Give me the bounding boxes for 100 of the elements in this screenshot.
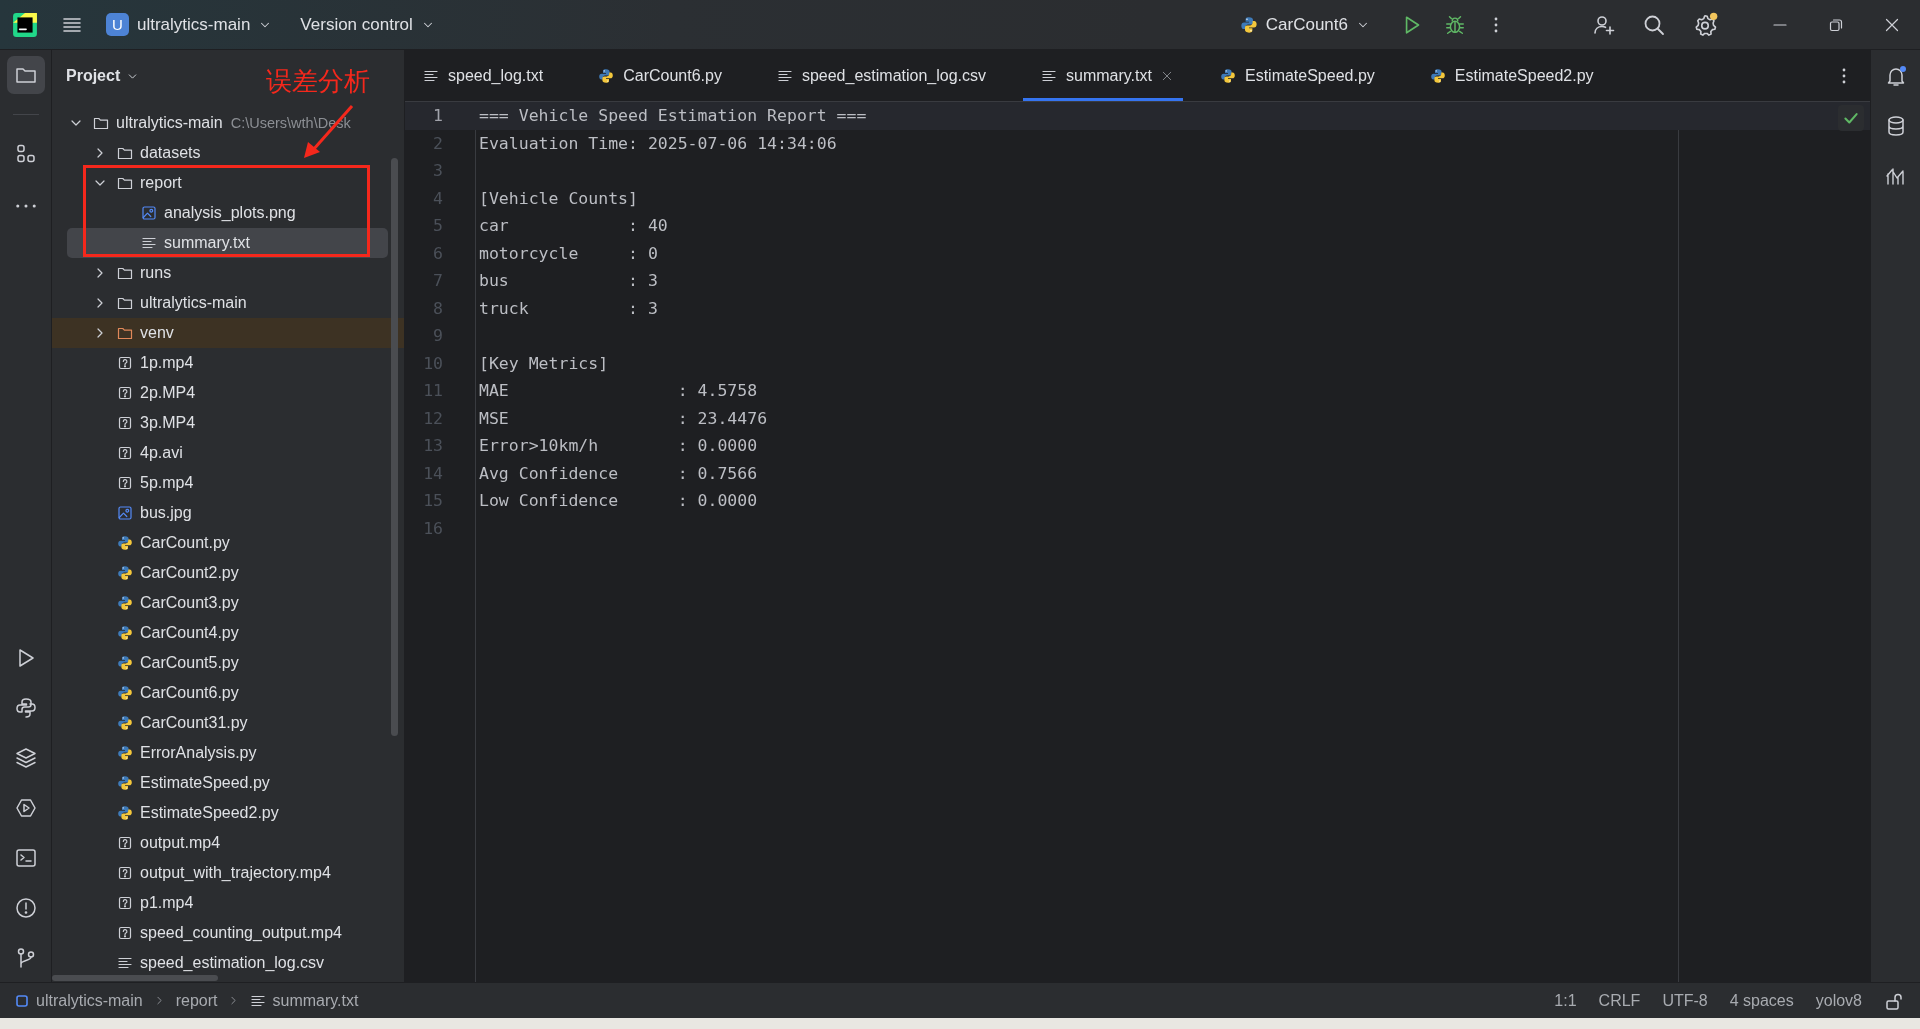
code-line: [Vehicle Counts] — [478, 188, 638, 208]
editor-tab[interactable]: EstimateSpeed.py — [1201, 50, 1393, 101]
breadcrumb[interactable]: summary.txt — [250, 991, 359, 1010]
status-item[interactable]: UTF-8 — [1662, 991, 1708, 1010]
status-item[interactable]: yolov8 — [1815, 991, 1862, 1010]
tree-item[interactable]: CarCount5.py — [52, 648, 404, 678]
python-file-icon — [117, 775, 133, 791]
breadcrumb[interactable]: report — [175, 991, 218, 1010]
python-file-icon — [1219, 67, 1236, 84]
run-configuration[interactable]: CarCount6 — [1231, 8, 1378, 41]
workspace-menu[interactable]: U ultralytics-main — [98, 7, 281, 42]
restore-icon[interactable] — [1828, 16, 1844, 33]
tree-item[interactable]: p1.mp4 — [52, 888, 404, 918]
code-line: truck : 3 — [478, 298, 658, 318]
unknown-file-icon — [117, 865, 133, 881]
scrollbar[interactable] — [52, 975, 218, 981]
folder-icon — [93, 115, 109, 131]
editor-tab[interactable]: CarCount6.py — [580, 50, 740, 101]
vcs-menu[interactable]: Version control — [292, 8, 443, 41]
status-item[interactable]: 4 spaces — [1729, 991, 1794, 1010]
breadcrumb[interactable]: ultralytics-main — [14, 991, 143, 1010]
python-icon — [13, 696, 38, 720]
status-item[interactable]: 1:1 — [1554, 991, 1577, 1010]
image-file-icon — [117, 505, 133, 521]
code-line: Evaluation Time: 2025-07-06 14:34:06 — [478, 133, 837, 153]
python-file-icon — [117, 655, 133, 671]
python-file-icon — [117, 685, 133, 701]
tree-item[interactable]: output_with_trajectory.mp4 — [52, 858, 404, 888]
tree-item[interactable]: runs — [52, 258, 404, 288]
code-line: motorcycle : 0 — [478, 243, 658, 263]
tree-item[interactable]: 4p.avi — [52, 438, 404, 468]
tree-item[interactable]: EstimateSpeed.py — [52, 768, 404, 798]
code-line: MSE : 23.4476 — [478, 408, 768, 428]
editor-tab[interactable]: speed_estimation_log.csv — [758, 50, 1004, 101]
tree-item[interactable]: CarCount4.py — [52, 618, 404, 648]
tree-item[interactable]: CarCount2.py — [52, 558, 404, 588]
folder-icon — [117, 265, 133, 281]
tree-item[interactable]: 1p.mp4 — [52, 348, 404, 378]
tree-item[interactable]: analysis_plots.png — [52, 198, 404, 228]
tree-item[interactable]: CarCount3.py — [52, 588, 404, 618]
folder-icon — [117, 295, 133, 311]
code-line: MAE : 4.5758 — [478, 381, 758, 401]
tree-item[interactable]: ultralytics-main — [52, 288, 404, 318]
tree-item[interactable]: speed_estimation_log.csv — [52, 948, 404, 978]
code-line: [Key Metrics] — [478, 353, 609, 373]
code-line: Avg Confidence : 0.7566 — [478, 463, 758, 483]
unknown-file-icon — [117, 895, 133, 911]
app-logo-icon[interactable] — [12, 11, 38, 38]
bug-icon[interactable] — [1444, 13, 1466, 36]
tree-item[interactable]: CarCount.py — [52, 528, 404, 558]
unknown-file-icon — [117, 415, 133, 431]
unknown-file-icon — [117, 835, 133, 851]
python-file-icon — [117, 715, 133, 731]
python-file-icon — [117, 595, 133, 611]
python-file-icon — [117, 625, 133, 641]
editor-tab[interactable]: EstimateSpeed2.py — [1411, 50, 1612, 101]
unknown-file-icon — [117, 925, 133, 941]
python-file-icon — [1429, 67, 1446, 84]
tree-item[interactable]: speed_counting_output.mp4 — [52, 918, 404, 948]
text-file-icon — [141, 235, 157, 251]
scrollbar[interactable] — [391, 158, 398, 736]
tree-item[interactable]: bus.jpg — [52, 498, 404, 528]
line-number: 1 — [432, 106, 444, 126]
tree-item[interactable]: 5p.mp4 — [52, 468, 404, 498]
code-line: === Vehicle Speed Estimation Report === — [478, 106, 867, 126]
unknown-file-icon — [117, 475, 133, 491]
unknown-file-icon — [117, 385, 133, 401]
terminal-icon — [13, 846, 38, 870]
status-item[interactable]: CRLF — [1598, 991, 1641, 1010]
close-icon[interactable] — [1884, 16, 1900, 33]
annotation-label: 误差分析 — [266, 65, 370, 98]
code-line: car : 40 — [478, 216, 668, 236]
tree-item[interactable]: output.mp4 — [52, 828, 404, 858]
image-file-icon — [141, 205, 157, 221]
close-icon[interactable] — [1160, 69, 1173, 82]
editor-tab[interactable]: speed_log.txt — [405, 50, 562, 101]
tree-item[interactable]: venv — [52, 318, 404, 348]
tree-item[interactable]: CarCount31.py — [52, 708, 404, 738]
code-line: Error>10km/h : 0.0000 — [478, 436, 758, 456]
tree-item[interactable]: datasets — [52, 138, 404, 168]
python-file-icon — [117, 535, 133, 551]
unknown-file-icon — [117, 445, 133, 461]
project-badge: U — [106, 13, 129, 36]
tree-item[interactable]: EstimateSpeed2.py — [52, 798, 404, 828]
tree-item[interactable]: ErrorAnalysis.py — [52, 738, 404, 768]
unknown-file-icon — [117, 355, 133, 371]
tool-window-button[interactable] — [6, 56, 45, 94]
python-file-icon — [117, 805, 133, 821]
project-view-selector[interactable]: Project — [66, 67, 140, 85]
text-file-icon — [117, 955, 133, 971]
module-icon — [14, 992, 30, 1009]
alert-icon — [13, 896, 38, 920]
python-file-icon — [1239, 15, 1258, 34]
tree-item[interactable]: 2p.MP4 — [52, 378, 404, 408]
tree-item[interactable]: 3p.MP4 — [52, 408, 404, 438]
tree-item[interactable]: report — [52, 168, 404, 198]
more-icon — [15, 204, 36, 208]
folder-icon — [117, 145, 133, 161]
hexagon-play-icon — [13, 796, 38, 820]
tree-item[interactable]: CarCount6.py — [52, 678, 404, 708]
